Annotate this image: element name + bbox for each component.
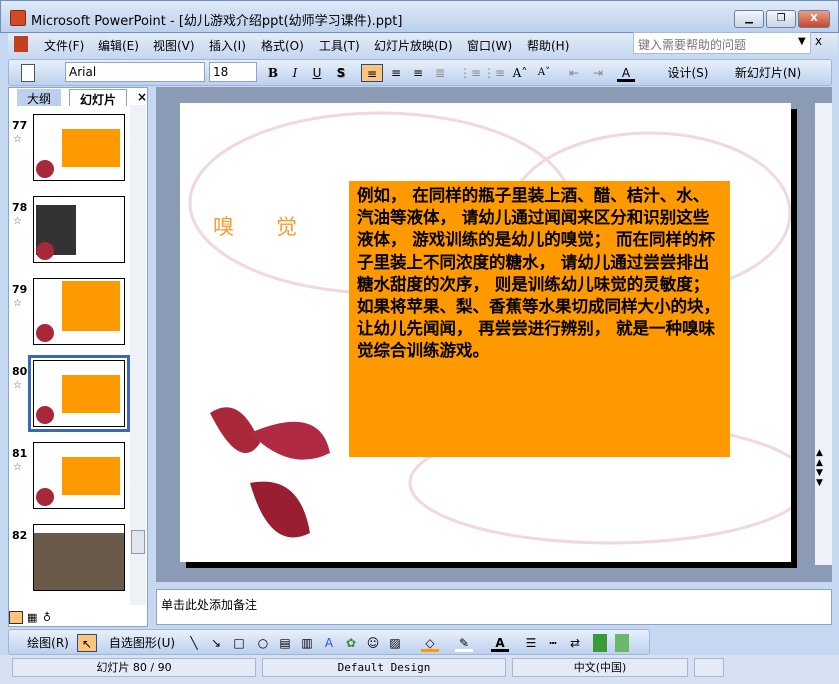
- drawing-toolbar: 绘图(R) ↖ 自选图形(U) ╲ ↘ □ ○ ▤ ▥ A ✿ ☺ ▨ ◇ ✎ …: [8, 629, 650, 655]
- minimize-button[interactable]: ▁: [734, 10, 764, 28]
- title-bar: Microsoft PowerPoint - [幼儿游戏介绍ppt(幼师学习课件…: [0, 0, 839, 33]
- picture-icon[interactable]: ▨: [387, 634, 403, 652]
- shadow-button[interactable]: S: [333, 64, 349, 82]
- slideshow-icon[interactable]: ♁: [43, 611, 51, 624]
- prev-next-slide-icon[interactable]: ▲ ▲ ▼ ▼: [816, 448, 823, 488]
- slide-thumbnail[interactable]: [33, 442, 125, 509]
- new-document-icon[interactable]: [21, 64, 35, 82]
- animation-star-icon: ☆: [13, 134, 22, 145]
- shadow-style-icon[interactable]: [593, 634, 607, 652]
- animation-star-icon: ☆: [13, 462, 22, 473]
- slide-thumbnail[interactable]: [33, 114, 125, 181]
- menu-format[interactable]: 格式(O): [261, 37, 304, 54]
- select-pointer-icon[interactable]: ↖: [77, 634, 97, 652]
- slide-number: 79: [12, 283, 28, 296]
- menu-insert[interactable]: 插入(I): [209, 37, 246, 54]
- document-icon: [14, 36, 28, 52]
- slide-thumbnail[interactable]: [33, 278, 125, 345]
- wordart-icon[interactable]: A: [321, 634, 337, 652]
- decrease-indent-icon[interactable]: ⇤: [565, 64, 583, 82]
- help-search-input[interactable]: 键入需要帮助的问题: [633, 32, 811, 54]
- bullets-icon[interactable]: ⋮≡: [483, 64, 505, 82]
- animation-star-icon: ☆: [13, 216, 22, 227]
- rectangle-icon[interactable]: □: [231, 634, 247, 652]
- fill-color-icon[interactable]: ◇: [421, 634, 439, 652]
- arrow-style-icon[interactable]: ⇄: [567, 634, 583, 652]
- align-right-button[interactable]: ≡: [409, 64, 427, 82]
- menu-file[interactable]: 文件(F): [44, 37, 84, 54]
- restore-button[interactable]: ❐: [766, 10, 796, 28]
- window-title: Microsoft PowerPoint - [幼儿游戏介绍ppt(幼师学习课件…: [31, 14, 403, 29]
- slide-body-textbox[interactable]: 例如， 在同样的瓶子里装上酒、醋、桔汁、水、汽油等液体， 请幼儿通过闻闻来区分和…: [349, 181, 730, 457]
- align-left-button[interactable]: ≡: [361, 64, 383, 82]
- dash-style-icon[interactable]: ┅: [545, 634, 561, 652]
- slide-counter: 幻灯片 80 / 90: [12, 658, 256, 677]
- animation-star-icon: ☆: [13, 298, 22, 309]
- formatting-toolbar: Arial 18 B I U S ≡ ≡ ≡ ≣ ⋮≡ ⋮≡ A˄ A˅ ⇤ ⇥…: [8, 59, 832, 86]
- italic-button[interactable]: I: [287, 64, 303, 82]
- slide-canvas[interactable]: 嗅 觉 例如， 在同样的瓶子里装上酒、醋、桔汁、水、汽油等液体， 请幼儿通过闻闻…: [180, 103, 791, 562]
- font-select[interactable]: Arial: [65, 62, 205, 82]
- line-style-icon[interactable]: ☰: [523, 634, 539, 652]
- menu-view[interactable]: 视图(V): [153, 37, 195, 54]
- slide-thumbnail[interactable]: [33, 524, 125, 591]
- animation-star-icon: ☆: [13, 380, 22, 391]
- tab-outline[interactable]: 大纲: [17, 89, 62, 106]
- bold-button[interactable]: B: [265, 64, 281, 82]
- slide-number: 77: [12, 119, 28, 132]
- close-pane-button[interactable]: ×: [127, 89, 157, 106]
- font-color-icon[interactable]: A: [491, 634, 509, 652]
- font-color-button[interactable]: A: [617, 64, 635, 82]
- increase-indent-icon[interactable]: ⇥: [589, 64, 607, 82]
- textbox-icon[interactable]: ▤: [277, 634, 293, 652]
- close-doc-button[interactable]: x: [815, 34, 822, 48]
- thumbnail-scrollbar[interactable]: [130, 105, 146, 605]
- justify-button[interactable]: ≣: [431, 64, 449, 82]
- arrow-icon[interactable]: ↘: [209, 634, 223, 652]
- menu-slideshow[interactable]: 幻灯片放映(D): [374, 37, 453, 54]
- design-button[interactable]: 设计(S): [657, 64, 719, 82]
- slide-scrollbar[interactable]: ▲ ▲ ▼ ▼: [815, 103, 832, 565]
- slide-title[interactable]: 嗅 觉: [213, 211, 297, 241]
- 3d-style-icon[interactable]: [615, 634, 629, 652]
- draw-menu-button[interactable]: 绘图(R): [19, 634, 77, 652]
- powerpoint-icon: [10, 10, 26, 26]
- slide-thumbnail[interactable]: [28, 355, 130, 432]
- status-empty: [694, 658, 724, 677]
- scroll-thumb[interactable]: [131, 530, 145, 554]
- slide-sorter-icon[interactable]: ▦: [27, 611, 37, 624]
- vertical-textbox-icon[interactable]: ▥: [299, 634, 315, 652]
- menu-help[interactable]: 帮助(H): [527, 37, 569, 54]
- design-name: Default Design: [262, 658, 506, 677]
- oval-icon[interactable]: ○: [255, 634, 271, 652]
- align-center-button[interactable]: ≡: [387, 64, 405, 82]
- line-icon[interactable]: ╲: [187, 634, 201, 652]
- clipart-icon[interactable]: ☺: [365, 634, 381, 652]
- slide-number: 80: [12, 365, 28, 378]
- increase-font-icon[interactable]: A˄: [511, 64, 529, 82]
- diagram-icon[interactable]: ✿: [343, 634, 359, 652]
- chevron-down-icon[interactable]: ▼: [798, 36, 806, 47]
- font-size-select[interactable]: 18: [209, 62, 257, 82]
- tab-slides[interactable]: 幻灯片: [69, 89, 128, 107]
- slide-number: 81: [12, 447, 28, 460]
- language: 中文(中国): [512, 658, 688, 677]
- new-slide-button[interactable]: 新幻灯片(N): [725, 64, 811, 82]
- close-button[interactable]: X: [798, 10, 830, 28]
- notes-input[interactable]: 单击此处添加备注: [156, 589, 832, 625]
- menu-tools[interactable]: 工具(T): [319, 37, 360, 54]
- status-bar: 幻灯片 80 / 90 Default Design 中文(中国): [0, 655, 839, 684]
- slide-thumbnail[interactable]: [33, 196, 125, 263]
- line-color-icon[interactable]: ✎: [455, 634, 473, 652]
- autoshapes-button[interactable]: 自选图形(U): [105, 634, 179, 652]
- menu-window[interactable]: 窗口(W): [467, 37, 512, 54]
- normal-view-icon[interactable]: [9, 611, 23, 624]
- slide-number: 82: [12, 529, 28, 542]
- menu-edit[interactable]: 编辑(E): [98, 37, 139, 54]
- slides-pane: 大纲 幻灯片 × 77 ☆ 78 ☆ 79 ☆ 80 ☆ 81 ☆ 82: [8, 87, 148, 627]
- slide-number: 78: [12, 201, 28, 214]
- decrease-font-icon[interactable]: A˅: [535, 64, 553, 82]
- underline-button[interactable]: U: [309, 64, 325, 82]
- numbering-icon[interactable]: ⋮≡: [459, 64, 481, 82]
